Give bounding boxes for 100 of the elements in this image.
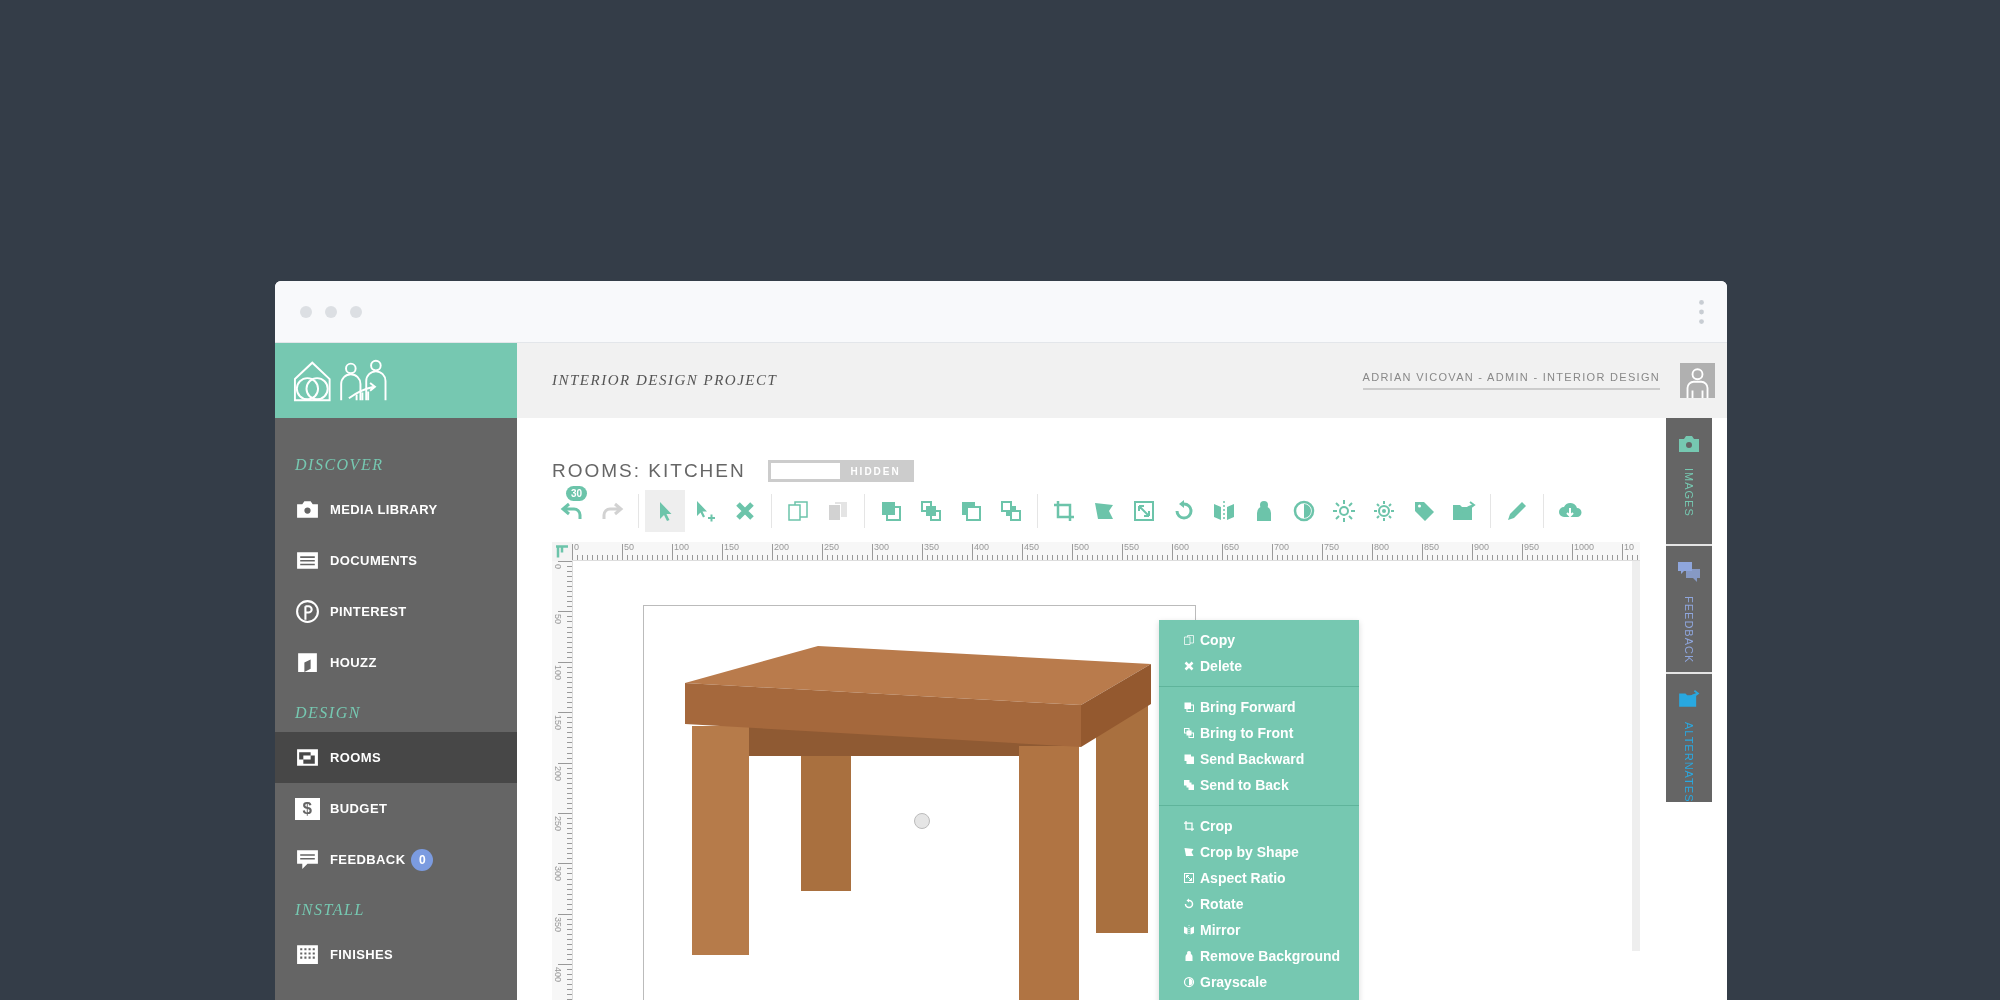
crop-icon	[1183, 820, 1195, 832]
layers-icon	[1183, 727, 1195, 739]
nav-item[interactable]: HOUZZ	[275, 637, 517, 688]
sun-icon	[1332, 499, 1356, 523]
nav-item[interactable]: FEEDBACK 0	[275, 834, 517, 885]
menu-item[interactable]: Aspect Ratio	[1159, 865, 1359, 891]
window-dot-icon[interactable]	[325, 305, 337, 318]
mirror-icon	[1183, 924, 1195, 936]
nav-item[interactable]: MEDIA LIBRARY	[275, 484, 517, 535]
cursor-button[interactable]	[645, 490, 685, 532]
resize-icon	[1132, 499, 1156, 523]
copy-icon	[1183, 634, 1195, 646]
ruler-label: 10	[1623, 542, 1634, 554]
section-heading: INSTALL	[294, 900, 366, 920]
sun-icon	[1372, 499, 1396, 523]
pin-icon	[295, 599, 320, 624]
nav-item[interactable]: $ BUDGET	[275, 783, 517, 834]
rotate-handle[interactable]	[914, 813, 930, 829]
contrast-icon	[1292, 499, 1316, 523]
count-badge: 30	[566, 486, 588, 501]
nav-item[interactable]: FINISHES	[275, 929, 517, 980]
ruler-label: 0	[553, 563, 563, 569]
ruler-label: 250	[553, 814, 563, 831]
ruler-label: 650	[1223, 542, 1241, 554]
window-dot-icon[interactable]	[300, 305, 312, 318]
ruler-label: 800	[1373, 542, 1391, 554]
menu-item[interactable]: Bring to Front	[1159, 720, 1359, 746]
menu-item[interactable]: Send Backward	[1159, 746, 1359, 772]
nav-item[interactable]: ROOMS	[275, 732, 517, 783]
section-heading: DISCOVER	[294, 455, 385, 475]
ruler-label: 200	[773, 542, 791, 554]
folder-icon	[1452, 499, 1476, 523]
room-title: ROOMS: KITCHEN	[552, 460, 746, 482]
rotate-icon	[1183, 898, 1195, 910]
layers-icon	[919, 499, 943, 523]
nav-item[interactable]: PINTEREST	[275, 586, 517, 637]
ruler-origin-icon[interactable]	[552, 542, 572, 561]
ruler-label: 550	[1123, 542, 1141, 554]
ruler-label: 750	[1323, 542, 1341, 554]
menu-item[interactable]: Crop	[1159, 813, 1359, 839]
ruler-label: 850	[1423, 542, 1441, 554]
layers-icon	[1183, 753, 1195, 765]
menu-item[interactable]: Bring Forward	[1159, 694, 1359, 720]
menu-item[interactable]: Delete	[1159, 653, 1359, 679]
ruler-label: 250	[823, 542, 841, 554]
section-heading: DESIGN	[294, 703, 362, 723]
ruler-label: 1000	[1573, 542, 1596, 554]
tag-icon	[1412, 499, 1436, 523]
ruler-label: 50	[553, 613, 563, 625]
ruler-label: 450	[1023, 542, 1041, 554]
menu-item[interactable]: Copy	[1159, 627, 1359, 653]
ruler-label: 100	[673, 542, 691, 554]
ruler-label: 400	[553, 966, 563, 983]
flag-icon	[1183, 846, 1195, 858]
ruler-label: 950	[1523, 542, 1541, 554]
project-title: INTERIOR DESIGN PROJECT	[552, 372, 779, 389]
more-icon[interactable]	[1699, 299, 1704, 324]
layers-icon	[959, 499, 983, 523]
side-tab[interactable]: ALTERNATES	[1666, 674, 1712, 802]
avatar-icon[interactable]	[1680, 363, 1715, 398]
paste-icon	[826, 499, 850, 523]
window-dot-icon[interactable]	[350, 305, 362, 318]
ruler-label: 0	[573, 542, 580, 554]
ruler-label: 200	[553, 764, 563, 781]
ruler-label: 700	[1273, 542, 1291, 554]
ruler-label: 900	[1473, 542, 1491, 554]
ruler-label: 400	[973, 542, 991, 554]
crop-icon	[1052, 499, 1076, 523]
contrast-icon	[1183, 976, 1195, 988]
ruler-label: 300	[553, 865, 563, 882]
ruler-label: 150	[723, 542, 741, 554]
pencil-icon	[1505, 499, 1529, 523]
grid-icon	[295, 942, 320, 967]
side-tab[interactable]: FEEDBACK	[1666, 546, 1712, 674]
dollar-icon: $	[295, 797, 320, 820]
layers-icon	[1183, 701, 1195, 713]
nav-item[interactable]: DOCUMENTS	[275, 535, 517, 586]
menu-item[interactable]: Remove Background	[1159, 943, 1359, 969]
delete-icon	[1183, 660, 1195, 672]
layers-icon	[1183, 779, 1195, 791]
ruler-label: 150	[553, 714, 563, 731]
speech-bubble-icon	[295, 847, 320, 872]
ruler-label: 50	[623, 542, 635, 554]
layers-icon	[879, 499, 903, 523]
count-badge: 0	[411, 848, 434, 871]
menu-item[interactable]: Send to Back	[1159, 772, 1359, 798]
user-link[interactable]: ADRIAN VICOVAN - ADMIN - INTERIOR DESIGN	[1362, 371, 1660, 390]
mirror-icon	[1212, 499, 1236, 523]
resize-icon	[1183, 872, 1195, 884]
ruler-label: 600	[1173, 542, 1191, 554]
menu-item[interactable]: Crop by Shape	[1159, 839, 1359, 865]
scrollbar[interactable]	[1632, 561, 1640, 951]
menu-item[interactable]: Grayscale	[1159, 969, 1359, 995]
side-tab[interactable]: IMAGES	[1666, 418, 1712, 546]
menu-item[interactable]: Rotate	[1159, 891, 1359, 917]
ruler-label: 100	[553, 663, 563, 680]
ruler-label: 350	[923, 542, 941, 554]
menu-item[interactable]: Mirror	[1159, 917, 1359, 943]
ruler-label: 300	[873, 542, 891, 554]
copy-icon	[786, 499, 810, 523]
